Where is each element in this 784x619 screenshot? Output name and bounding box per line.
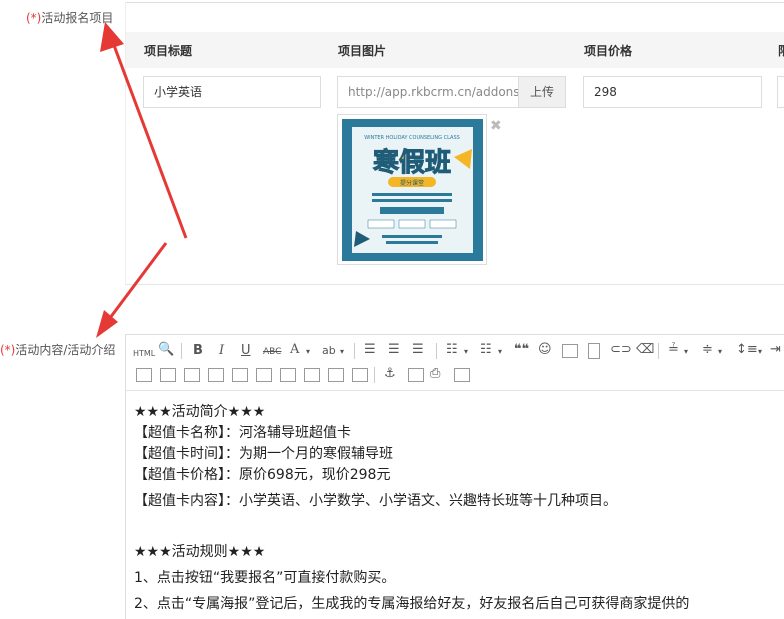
- paragraph-spacing-bottom-icon[interactable]: ≑: [702, 342, 713, 358]
- image-icon[interactable]: [562, 344, 578, 358]
- remove-image-icon[interactable]: ✖: [490, 118, 502, 134]
- toolbar-divider: [436, 343, 437, 359]
- toolbar-divider: [658, 343, 659, 359]
- arrow-head: [100, 22, 124, 52]
- html-source-button[interactable]: HTML: [133, 346, 155, 362]
- table-split-rows-icon[interactable]: [280, 368, 296, 382]
- search-icon[interactable]: 🔍: [158, 342, 174, 358]
- toolbar-divider: [181, 343, 182, 359]
- rich-text-editor: HTML 🔍 B I U ABC A ▾ ab ▾ ☰ ☰ ☰ ☷ ▾ ☷ ▾ …: [125, 334, 784, 619]
- item-title-input[interactable]: 小学英语: [143, 76, 321, 108]
- table-split-cols-icon[interactable]: [304, 368, 320, 382]
- indent-icon[interactable]: ⇥: [770, 342, 781, 358]
- content-label: (*)活动内容/活动介绍: [0, 343, 116, 357]
- table-delete-icon[interactable]: [328, 368, 344, 382]
- content-line: 【超值卡价格】：原价698元，现价298元: [134, 467, 391, 483]
- strikethrough-button[interactable]: ABC: [263, 344, 281, 360]
- bold-button[interactable]: B: [193, 343, 203, 359]
- chevron-down-icon[interactable]: ▾: [684, 344, 688, 360]
- table-insert-row-icon[interactable]: [136, 368, 152, 382]
- content-line: 【超值卡名称】：河洛辅导班超值卡: [134, 425, 351, 441]
- highlight-color-icon[interactable]: ab: [322, 343, 336, 359]
- items-table-header: 项目标题 项目图片 项目价格 限: [126, 32, 784, 68]
- chevron-down-icon[interactable]: ▾: [464, 344, 468, 360]
- chevron-down-icon[interactable]: ▾: [758, 344, 762, 360]
- content-line: ★★★活动规则★★★: [134, 544, 266, 560]
- font-color-button[interactable]: A: [290, 342, 299, 358]
- chevron-down-icon[interactable]: ▾: [718, 344, 722, 360]
- align-left-icon[interactable]: ☰: [364, 342, 376, 358]
- print-icon[interactable]: ⎙: [430, 366, 440, 382]
- poster-top-text: WINTER HOLIDAY COUNSELING CLASS: [364, 135, 460, 141]
- poster-image: WINTER HOLIDAY COUNSELING CLASS 寒假班 提分课堂: [342, 119, 483, 261]
- italic-button[interactable]: I: [219, 343, 224, 359]
- underline-button[interactable]: U: [241, 343, 251, 359]
- table-insert-col-icon[interactable]: [160, 368, 176, 382]
- poster-badge: 提分课堂: [400, 179, 424, 187]
- chevron-down-icon[interactable]: ▾: [340, 344, 344, 360]
- items-label: (*)活动报名项目: [26, 11, 114, 25]
- unordered-list-icon[interactable]: ☷: [480, 342, 492, 358]
- align-right-icon[interactable]: ☰: [412, 342, 424, 358]
- ordered-list-icon[interactable]: ☷: [446, 342, 458, 358]
- emoji-icon[interactable]: ☺: [538, 342, 552, 358]
- toolbar-divider: [374, 367, 375, 383]
- header-limit: 限: [778, 42, 784, 59]
- line-height-icon[interactable]: ↕≡: [736, 342, 758, 358]
- paragraph-spacing-top-icon[interactable]: ≟: [668, 342, 679, 358]
- panel-border: [125, 284, 784, 285]
- content-line: 【超值卡内容】：小学英语、小学数学、小学语文、兴趣特长班等十几种项目。: [134, 493, 617, 509]
- item-image-thumbnail[interactable]: WINTER HOLIDAY COUNSELING CLASS 寒假班 提分课堂: [337, 114, 487, 265]
- required-mark: (*): [0, 343, 16, 357]
- paste-icon[interactable]: [454, 368, 470, 382]
- content-line: ★★★活动简介★★★: [134, 404, 266, 420]
- item-price-input[interactable]: 298: [583, 76, 762, 108]
- header-image: 项目图片: [338, 44, 387, 58]
- anchor-icon[interactable]: ⚓: [384, 366, 396, 382]
- table-split-icon[interactable]: [256, 368, 272, 382]
- table-merge-icon[interactable]: [232, 368, 248, 382]
- quote-icon[interactable]: ❝❝: [514, 342, 529, 358]
- item-limit-input[interactable]: [777, 76, 784, 108]
- editor-toolbar: HTML 🔍 B I U ABC A ▾ ab ▾ ☰ ☰ ☰ ☷ ▾ ☷ ▾ …: [126, 335, 784, 391]
- poster-title: 寒假班: [373, 147, 451, 178]
- table-delete-row-icon[interactable]: [184, 368, 200, 382]
- table-props-icon[interactable]: [352, 368, 368, 382]
- template-icon[interactable]: [408, 368, 424, 382]
- arrow-line: [110, 39, 188, 239]
- arrow-head: [96, 310, 118, 338]
- item-image-url-input[interactable]: http://app.rkbcrm.cn/addons/l: [337, 76, 519, 108]
- toolbar-divider: [354, 343, 355, 359]
- poster-graphic: WINTER HOLIDAY COUNSELING CLASS 寒假班 提分课堂: [342, 119, 483, 261]
- eraser-icon[interactable]: ⌫: [636, 342, 654, 358]
- content-line: 1、点击按钮“我要报名”可直接付款购买。: [134, 570, 396, 586]
- link-icon[interactable]: ⊂⊃: [610, 342, 632, 358]
- panel-border: [125, 2, 784, 3]
- table-delete-col-icon[interactable]: [208, 368, 224, 382]
- header-price: 项目价格: [584, 44, 633, 58]
- video-icon[interactable]: [588, 343, 600, 359]
- content-line: 【超值卡时间】：为期一个月的寒假辅导班: [134, 446, 393, 462]
- required-mark: (*): [26, 11, 42, 25]
- header-title: 项目标题: [144, 44, 193, 58]
- align-center-icon[interactable]: ☰: [388, 342, 400, 358]
- content-line: 2、点击“专属海报”登记后，生成我的专属海报给好友，好友报名后自己可获得商家提供…: [134, 596, 690, 612]
- chevron-down-icon[interactable]: ▾: [306, 344, 310, 360]
- upload-button[interactable]: 上传: [518, 76, 566, 108]
- chevron-down-icon[interactable]: ▾: [498, 344, 502, 360]
